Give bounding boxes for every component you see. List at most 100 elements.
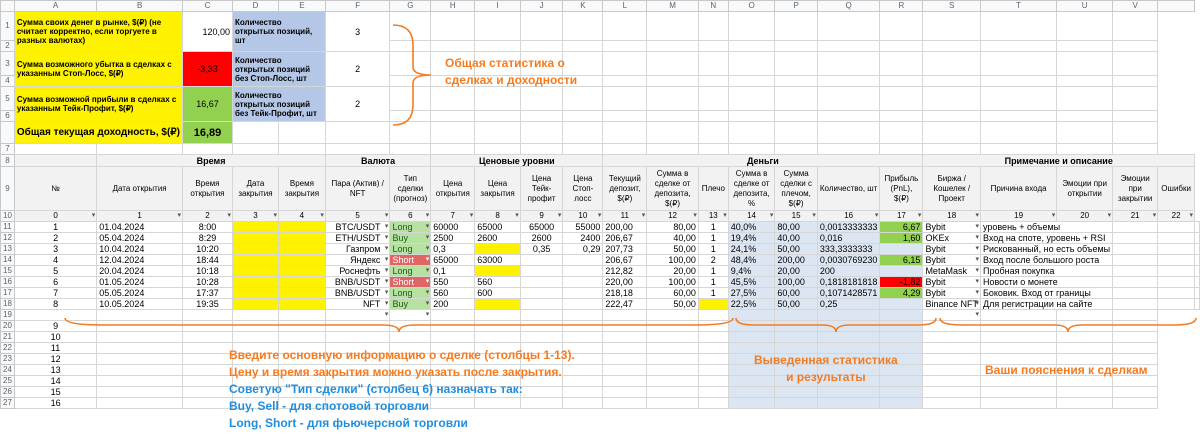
cell[interactable] <box>646 86 699 111</box>
cell[interactable] <box>979 86 1058 111</box>
leveraged-sum[interactable]: 80,00 <box>774 221 818 233</box>
cell[interactable] <box>562 40 604 52</box>
cell[interactable] <box>430 11 476 41</box>
cell[interactable] <box>727 121 776 144</box>
close-price[interactable]: 600 <box>474 287 521 299</box>
row-header[interactable]: 11 <box>0 221 15 233</box>
filter-8[interactable]: 8 <box>474 210 521 222</box>
cell[interactable] <box>1112 397 1159 409</box>
leverage[interactable]: 1 <box>697 243 729 255</box>
cell[interactable] <box>1112 121 1159 144</box>
leveraged-sum[interactable]: 60,00 <box>774 287 818 299</box>
cell[interactable] <box>646 375 699 387</box>
cell[interactable] <box>697 75 729 87</box>
leverage[interactable]: 1 <box>697 287 729 299</box>
deal-sum[interactable]: 40,00 <box>646 232 699 244</box>
filter-20[interactable]: 20 <box>1056 210 1114 222</box>
cell[interactable] <box>430 143 476 155</box>
cell[interactable] <box>816 75 881 87</box>
cell[interactable] <box>922 386 981 398</box>
cell[interactable] <box>474 40 521 52</box>
emotion-open[interactable] <box>1112 221 1159 233</box>
cell[interactable] <box>277 121 326 144</box>
cell[interactable] <box>879 51 924 76</box>
spreadsheet-grid[interactable]: A B C D E F G H I J K L M N O P Q R S T U V 1 Сумма своих денег… <box>0 0 1200 409</box>
cell[interactable] <box>430 110 476 122</box>
trade-number[interactable]: 1 <box>13 221 98 233</box>
exchange-select[interactable]: Bybit <box>922 287 981 299</box>
open-date[interactable]: 12.04.2024 <box>96 254 183 266</box>
filter-10[interactable]: 10 <box>562 210 604 222</box>
cell[interactable] <box>1112 75 1159 87</box>
open-time[interactable]: 10:28 <box>181 276 233 288</box>
cell[interactable] <box>474 143 521 155</box>
filter-19[interactable]: 19 <box>979 210 1058 222</box>
cell[interactable] <box>816 11 881 41</box>
pnl[interactable]: 4,29 <box>879 287 924 299</box>
trade-number[interactable]: 15 <box>13 386 98 398</box>
column-header-n[interactable]: N <box>697 0 729 12</box>
filter-12[interactable]: 12 <box>646 210 699 222</box>
pnl[interactable]: 6,67 <box>879 221 924 233</box>
column-header-b[interactable]: B <box>96 0 183 12</box>
cell[interactable] <box>1056 386 1114 398</box>
row-header[interactable]: 10 <box>0 210 15 222</box>
exchange-select[interactable]: MetaMask <box>922 265 981 277</box>
close-date[interactable] <box>231 254 279 266</box>
column-header-d[interactable]: D <box>231 0 279 12</box>
own-money-value[interactable]: 120,00 <box>181 11 233 52</box>
cell[interactable] <box>922 143 981 155</box>
mistakes[interactable] <box>1194 276 1200 288</box>
open-positions-value[interactable]: 3 <box>324 11 391 52</box>
cell[interactable] <box>646 143 699 155</box>
quantity[interactable]: 0,1818181818 <box>816 276 881 288</box>
leverage[interactable]: 1 <box>697 221 729 233</box>
pair-select[interactable]: Газпром <box>324 243 391 255</box>
trade-number[interactable]: 4 <box>13 254 98 266</box>
deal-sum[interactable]: 50,00 <box>646 243 699 255</box>
cell[interactable] <box>474 121 521 144</box>
deal-sum[interactable]: 50,00 <box>646 298 699 310</box>
close-time[interactable] <box>277 243 326 255</box>
cell[interactable] <box>1112 143 1159 155</box>
quantity[interactable]: 0,0013333333 <box>816 221 881 233</box>
close-price[interactable]: 560 <box>474 276 521 288</box>
leveraged-sum[interactable]: 50,00 <box>774 298 818 310</box>
row-header[interactable]: 20 <box>0 320 15 332</box>
leveraged-sum[interactable]: 20,00 <box>774 265 818 277</box>
trade-number[interactable]: 8 <box>13 298 98 310</box>
cell[interactable] <box>519 386 564 398</box>
entry-reason[interactable]: Пробная покупка <box>979 265 1114 277</box>
cell[interactable] <box>13 143 98 155</box>
row-header[interactable] <box>0 121 15 144</box>
column-header-p[interactable]: P <box>774 0 818 12</box>
cell[interactable] <box>1056 342 1114 354</box>
exchange-select[interactable]: Binance NFT <box>922 298 981 310</box>
cell[interactable] <box>979 386 1058 398</box>
open-price[interactable]: 560 <box>430 287 476 299</box>
no-take-profit-value[interactable]: 2 <box>324 86 391 122</box>
entry-reason[interactable]: Для регистрации на сайте <box>979 298 1114 310</box>
row-header[interactable]: 15 <box>0 265 15 277</box>
stop-loss-price[interactable] <box>562 287 604 299</box>
emotion-close[interactable] <box>1157 298 1195 310</box>
close-time[interactable] <box>277 276 326 288</box>
mistakes[interactable] <box>1194 243 1200 255</box>
column-header-j[interactable]: J <box>519 0 564 12</box>
open-price[interactable]: 0,1 <box>430 265 476 277</box>
column-header-o[interactable]: O <box>727 0 776 12</box>
cell[interactable] <box>96 375 183 387</box>
cell[interactable] <box>231 143 279 155</box>
cell[interactable] <box>922 375 981 387</box>
cell[interactable] <box>774 51 818 76</box>
cell[interactable] <box>430 121 476 144</box>
open-date[interactable]: 01.05.2024 <box>96 276 183 288</box>
column-header-u[interactable]: U <box>1056 0 1114 12</box>
pnl[interactable]: 6,15 <box>879 254 924 266</box>
emotion-open[interactable] <box>1112 287 1159 299</box>
row-header[interactable]: 7 <box>0 143 15 155</box>
cell[interactable] <box>602 51 648 76</box>
trade-type-select[interactable]: Short <box>389 276 432 288</box>
pair-select[interactable]: ETH/USDT <box>324 232 391 244</box>
cell[interactable] <box>1056 86 1114 111</box>
